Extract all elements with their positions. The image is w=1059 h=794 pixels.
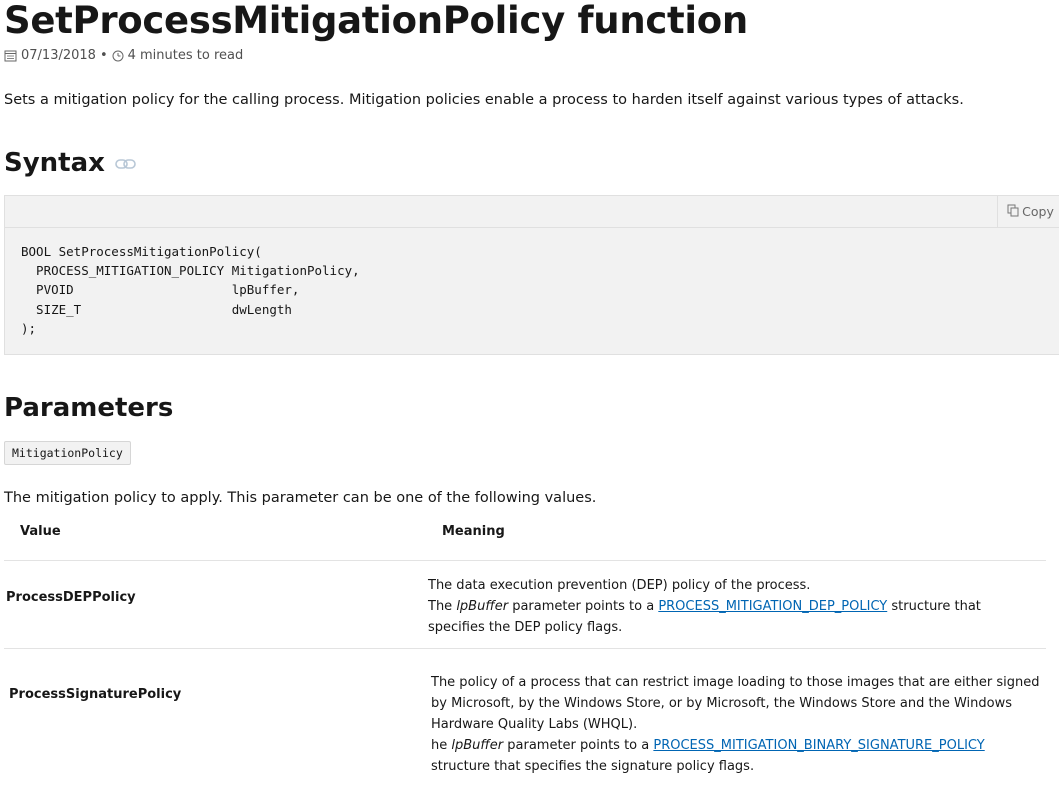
page-title: SetProcessMitigationPolicy function (4, 0, 748, 42)
copy-label: Copy (1022, 204, 1054, 219)
code-toolbar: Copy (5, 196, 1059, 228)
meta-separator: • (99, 48, 108, 63)
table-cell-meaning: The data execution prevention (DEP) poli… (428, 575, 1028, 638)
syntax-heading-text: Syntax (4, 148, 105, 178)
column-header-meaning: Meaning (442, 524, 505, 539)
structure-link[interactable]: PROCESS_MITIGATION_DEP_POLICY (658, 599, 887, 614)
table-cell-value: ProcessDEPPolicy (6, 590, 136, 605)
table-divider (4, 648, 1046, 649)
syntax-code: BOOL SetProcessMitigationPolicy( PROCESS… (21, 244, 360, 336)
param-ref: lpBuffer (456, 599, 509, 614)
param-ref: lpBuffer (451, 738, 504, 753)
syntax-heading: Syntax (4, 146, 137, 180)
meaning-text: he lpBuffer parameter points to a PROCES… (431, 738, 985, 774)
structure-link[interactable]: PROCESS_MITIGATION_BINARY_SIGNATURE_POLI… (653, 738, 984, 753)
parameter-description: The mitigation policy to apply. This par… (4, 490, 597, 506)
table-cell-meaning: The policy of a process that can restric… (431, 672, 1043, 777)
intro-paragraph: Sets a mitigation policy for the calling… (4, 92, 964, 108)
meaning-text: The data execution prevention (DEP) poli… (428, 578, 811, 593)
clock-icon (112, 50, 124, 62)
syntax-code-block: Copy BOOL SetProcessMitigationPolicy( PR… (4, 195, 1059, 355)
article-date: 07/13/2018 (21, 48, 96, 63)
copy-icon (1007, 204, 1019, 220)
calendar-icon (4, 49, 17, 62)
parameter-name: MitigationPolicy (4, 441, 131, 465)
meaning-text: The lpBuffer parameter points to a PROCE… (428, 599, 981, 635)
parameters-heading: Parameters (4, 393, 174, 423)
column-header-value: Value (20, 524, 61, 539)
table-divider (4, 560, 1046, 561)
permalink-icon[interactable] (115, 146, 137, 180)
read-time: 4 minutes to read (127, 48, 244, 63)
docs-page: SetProcessMitigationPolicy function 07/1… (0, 0, 1059, 794)
article-metadata: 07/13/2018 • 4 minutes to read (4, 48, 243, 63)
meaning-text: The policy of a process that can restric… (431, 675, 1040, 732)
copy-button[interactable]: Copy (997, 196, 1059, 227)
table-cell-value: ProcessSignaturePolicy (9, 687, 182, 702)
